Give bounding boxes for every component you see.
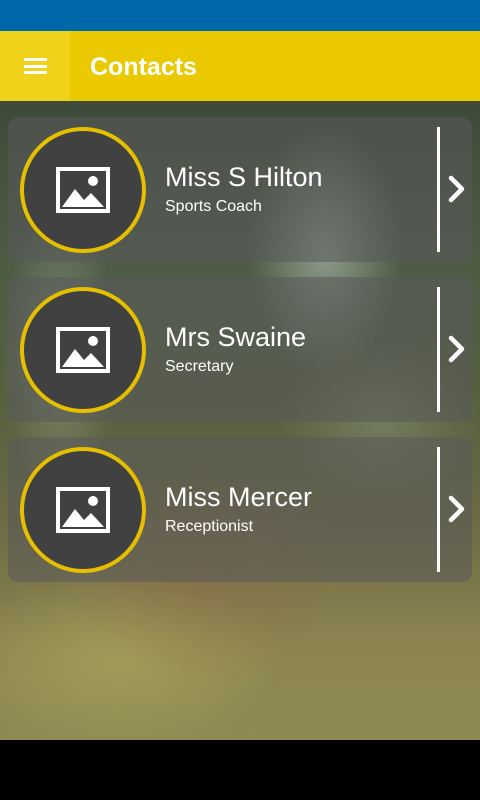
divider xyxy=(437,127,440,252)
contact-name: Miss Mercer xyxy=(165,482,312,512)
contact-name: Miss S Hilton xyxy=(165,162,323,192)
image-placeholder-icon xyxy=(56,167,110,213)
image-placeholder-icon xyxy=(56,327,110,373)
contact-name: Mrs Swaine xyxy=(165,322,307,352)
status-bar xyxy=(0,0,480,31)
contact-card[interactable]: Mrs Swaine Secretary xyxy=(8,277,472,422)
contact-role: Sports Coach xyxy=(165,198,262,215)
chevron-right-icon[interactable] xyxy=(445,172,469,206)
contact-card[interactable]: Miss Mercer Receptionist xyxy=(8,437,472,582)
chevron-right-icon[interactable] xyxy=(445,492,469,526)
contact-card[interactable]: Miss S Hilton Sports Coach xyxy=(8,117,472,262)
divider xyxy=(437,287,440,412)
contacts-list: Miss S Hilton Sports Coach Mrs Swaine Se… xyxy=(0,101,480,740)
menu-button[interactable] xyxy=(0,31,70,101)
contact-role: Receptionist xyxy=(165,518,254,535)
hamburger-menu-icon xyxy=(23,58,47,74)
contact-role: Secretary xyxy=(165,358,234,375)
app-bar: Contacts xyxy=(0,31,480,101)
page-title: Contacts xyxy=(90,53,197,81)
image-placeholder-icon xyxy=(56,487,110,533)
navigation-bar xyxy=(0,740,480,800)
chevron-right-icon[interactable] xyxy=(445,332,469,366)
divider xyxy=(437,447,440,572)
avatar xyxy=(20,127,146,253)
avatar xyxy=(20,287,146,413)
avatar xyxy=(20,447,146,573)
